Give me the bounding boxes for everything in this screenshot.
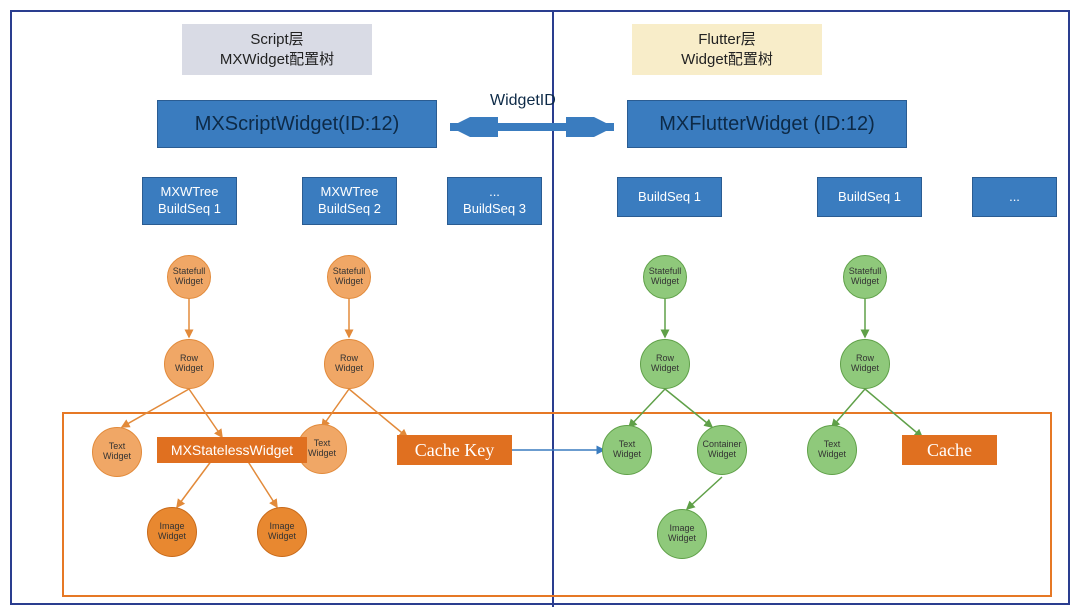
mx-script-widget-label: MXScriptWidget(ID:12) <box>195 113 400 136</box>
mx-flutter-widget-box: MXFlutterWidget (ID:12) <box>627 100 907 148</box>
header-left-line2: MXWidget配置树 <box>196 50 358 70</box>
seq-left-1-line2: BuildSeq 1 <box>158 201 221 218</box>
seq-left-2-line1: MXWTree <box>320 184 378 201</box>
cache-box: Cache <box>902 435 997 465</box>
node-image-r1: ImageWidget <box>657 509 707 559</box>
mx-flutter-widget-label: MXFlutterWidget (ID:12) <box>659 113 875 136</box>
widget-id-label: WidgetID <box>490 92 556 110</box>
seq-left-1: MXWTree BuildSeq 1 <box>142 177 237 225</box>
node-text-l1: TextWidget <box>92 427 142 477</box>
mx-script-widget-box: MXScriptWidget(ID:12) <box>157 100 437 148</box>
seq-right-3: ... <box>972 177 1057 217</box>
seq-left-3: ... BuildSeq 3 <box>447 177 542 225</box>
node-statefull-r1: StatefullWidget <box>643 255 687 299</box>
seq-left-2: MXWTree BuildSeq 2 <box>302 177 397 225</box>
seq-right-2-label: BuildSeq 1 <box>838 189 901 206</box>
cache-label: Cache <box>927 440 972 461</box>
script-layer-header: Script层 MXWidget配置树 <box>182 24 372 75</box>
node-container-r1: ContainerWidget <box>697 425 747 475</box>
node-image-l1a: ImageWidget <box>147 507 197 557</box>
diagram-canvas: Script层 MXWidget配置树 Flutter层 Widget配置树 M… <box>10 10 1070 605</box>
seq-right-1: BuildSeq 1 <box>617 177 722 217</box>
node-statefull-l1: StatefullWidget <box>167 255 211 299</box>
widget-id-arrow <box>442 117 622 137</box>
node-row-l2: RowWidget <box>324 339 374 389</box>
header-left-line1: Script层 <box>196 30 358 50</box>
seq-left-1-line1: MXWTree <box>160 184 218 201</box>
node-image-l1b: ImageWidget <box>257 507 307 557</box>
cache-key-label: Cache Key <box>415 440 494 461</box>
node-statefull-r2: StatefullWidget <box>843 255 887 299</box>
node-statefull-l2: StatefullWidget <box>327 255 371 299</box>
seq-right-2: BuildSeq 1 <box>817 177 922 217</box>
seq-left-3-line1: ... <box>489 184 500 201</box>
header-right-line1: Flutter层 <box>646 30 808 50</box>
seq-left-2-line2: BuildSeq 2 <box>318 201 381 218</box>
header-right-line2: Widget配置树 <box>646 50 808 70</box>
node-row-r1: RowWidget <box>640 339 690 389</box>
seq-right-1-label: BuildSeq 1 <box>638 189 701 206</box>
node-text-r2: TextWidget <box>807 425 857 475</box>
mx-stateless-label: MXStatelessWidget <box>171 442 293 458</box>
cache-key-box: Cache Key <box>397 435 512 465</box>
node-row-r2: RowWidget <box>840 339 890 389</box>
seq-left-3-line2: BuildSeq 3 <box>463 201 526 218</box>
flutter-layer-header: Flutter层 Widget配置树 <box>632 24 822 75</box>
seq-right-3-label: ... <box>1009 189 1020 206</box>
node-text-r1: TextWidget <box>602 425 652 475</box>
node-row-l1: RowWidget <box>164 339 214 389</box>
mx-stateless-widget-box: MXStatelessWidget <box>157 437 307 463</box>
